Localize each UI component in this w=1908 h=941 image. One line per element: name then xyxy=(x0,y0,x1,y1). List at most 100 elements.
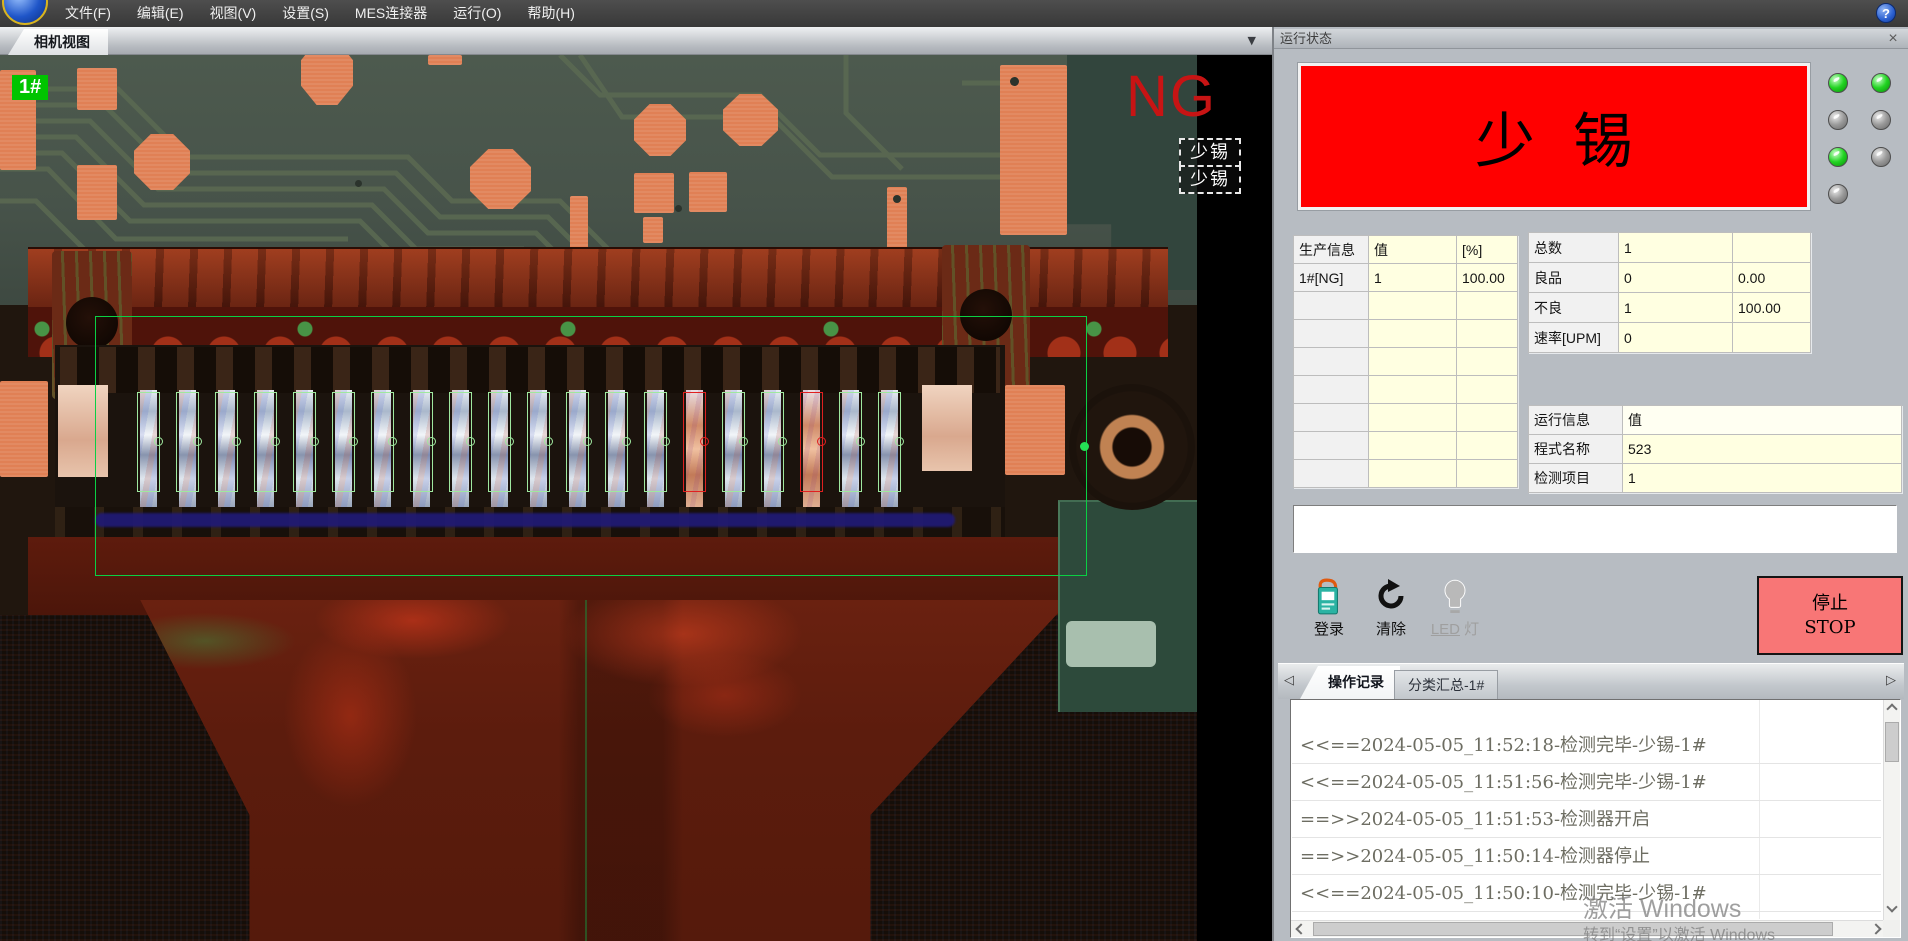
camera-id-badge: 1# xyxy=(12,75,48,100)
status-indicator-green xyxy=(1871,73,1891,93)
production-table: 生产信息值[%]1#[NG]1100.00 xyxy=(1293,235,1518,488)
tool-button-label: 清除 xyxy=(1376,621,1406,638)
camera-tabstrip: 相机视图 ▼ xyxy=(0,27,1272,55)
menu-bar: 文件(F)编辑(E)视图(V)设置(S)MES连接器运行(O)帮助(H) ? xyxy=(0,0,1908,27)
ok-box-outline xyxy=(410,392,433,492)
table-cell xyxy=(1369,292,1457,320)
log-tab-1[interactable]: 操作记录 xyxy=(1300,666,1400,699)
copper-pad xyxy=(689,172,727,212)
ok-box-outline xyxy=(527,392,550,492)
tab-scroll-left-icon[interactable]: ◁ xyxy=(1284,673,1294,688)
application-window: 文件(F)编辑(E)视图(V)设置(S)MES连接器运行(O)帮助(H) ? 相… xyxy=(0,0,1908,941)
alarm-text: 少锡 xyxy=(1437,93,1671,180)
table-cell: 总数 xyxy=(1529,233,1619,263)
defect-box-outline xyxy=(683,392,706,492)
ok-box-outline xyxy=(137,392,160,492)
menu-item[interactable]: 帮助(H) xyxy=(514,0,587,27)
id-badge-icon xyxy=(1298,578,1360,618)
camera-view: 1# NG 少锡少锡 xyxy=(0,55,1272,941)
clear-button[interactable]: 清除 xyxy=(1360,578,1422,646)
ok-box-outline xyxy=(293,392,316,492)
table-cell xyxy=(1457,320,1518,348)
led-light-button[interactable]: LED 灯 xyxy=(1424,578,1486,646)
table-cell xyxy=(1369,404,1457,432)
ok-box-outline xyxy=(722,392,745,492)
table-cell xyxy=(1457,376,1518,404)
table-cell: 程式名称 xyxy=(1529,435,1623,464)
table-cell: 良品 xyxy=(1529,263,1619,293)
close-icon[interactable]: × xyxy=(1884,29,1902,48)
table-row: 生产信息值[%] xyxy=(1294,236,1518,264)
vertical-scroll-thumb[interactable] xyxy=(1885,722,1899,762)
copper-pad xyxy=(1000,65,1067,235)
table-cell xyxy=(1294,320,1369,348)
table-cell: 0 xyxy=(1619,263,1733,293)
table-row xyxy=(1294,432,1518,460)
ok-box-outline xyxy=(878,392,901,492)
menu-item[interactable]: 编辑(E) xyxy=(124,0,197,27)
copper-pad xyxy=(570,196,588,250)
tab-camera-view[interactable]: 相机视图 xyxy=(8,29,108,55)
log-entry: <<==2024-05-05_11:52:18-检测完毕-少锡-1# xyxy=(1292,727,1881,764)
status-indicator-gray xyxy=(1871,110,1891,130)
ok-box-outline xyxy=(215,392,238,492)
table-cell: 0.00 xyxy=(1733,263,1811,293)
table-cell: 100.00 xyxy=(1457,264,1518,292)
menu-item[interactable]: 设置(S) xyxy=(269,0,342,27)
table-row: 运行信息值 xyxy=(1529,406,1902,435)
status-indicator-green xyxy=(1828,147,1848,167)
scroll-right-icon[interactable] xyxy=(1870,923,1881,934)
scroll-left-icon[interactable] xyxy=(1295,923,1306,934)
menu-item[interactable]: 文件(F) xyxy=(52,0,124,27)
ok-box-outline xyxy=(254,392,277,492)
menu-item[interactable]: 视图(V) xyxy=(197,0,270,27)
login-button[interactable]: 登录 xyxy=(1298,578,1360,646)
status-indicator-gray xyxy=(1828,110,1848,130)
status-panel-titlebar[interactable]: 运行状态 × xyxy=(1274,29,1908,49)
ok-box-outline xyxy=(839,392,862,492)
scroll-down-icon[interactable] xyxy=(1886,901,1897,912)
table-cell xyxy=(1457,404,1518,432)
log-entry: ==>>2024-05-05_11:51:53-检测器开启 xyxy=(1292,801,1881,838)
table-cell: 523 xyxy=(1623,435,1902,464)
copper-pad xyxy=(634,173,674,213)
menu-item[interactable]: MES连接器 xyxy=(342,0,440,27)
log-entry: ==>>2024-05-05_11:50:14-检测器停止 xyxy=(1292,838,1881,875)
stop-button-en: STOP xyxy=(1804,616,1855,639)
tab-scroll-right-icon[interactable]: ▷ xyxy=(1886,673,1896,688)
alarm-banner: 少锡 xyxy=(1298,63,1810,210)
status-indicator-green xyxy=(1828,73,1848,93)
log-tab-2[interactable]: 分类汇总-1# xyxy=(1394,670,1498,699)
table-row: 总数1 xyxy=(1529,233,1811,263)
vertical-scrollbar[interactable] xyxy=(1883,700,1900,920)
table-cell xyxy=(1294,460,1369,488)
table-row xyxy=(1294,376,1518,404)
table-row xyxy=(1294,292,1518,320)
tool-button-label: LED 灯 xyxy=(1431,621,1479,638)
defect-label: 少锡 xyxy=(1179,138,1241,167)
table-cell: 生产信息 xyxy=(1294,236,1369,264)
defect-label: 少锡 xyxy=(1179,165,1241,194)
via-hole xyxy=(1010,77,1019,86)
ok-box-outline xyxy=(644,392,667,492)
tabstrip-dropdown-icon[interactable]: ▼ xyxy=(1248,34,1256,47)
tool-button-label: 登录 xyxy=(1314,621,1344,638)
log-list: <<==2024-05-05_11:52:18-检测完毕-少锡-1#<<==20… xyxy=(1292,727,1881,912)
ok-box-outline xyxy=(566,392,589,492)
table-cell xyxy=(1294,292,1369,320)
table-cell xyxy=(1457,292,1518,320)
table-row: 良品00.00 xyxy=(1529,263,1811,293)
via-hole xyxy=(675,205,682,212)
refresh-icon xyxy=(1360,578,1422,618)
stop-button[interactable]: 停止 STOP xyxy=(1757,576,1903,655)
table-row: 程式名称523 xyxy=(1529,435,1902,464)
table-cell: 1 xyxy=(1619,233,1733,263)
table-row: 不良1100.00 xyxy=(1529,293,1811,323)
help-icon[interactable]: ? xyxy=(1876,3,1896,23)
table-cell: 1#[NG] xyxy=(1294,264,1369,292)
status-indicator-gray xyxy=(1828,184,1848,204)
menu-item[interactable]: 运行(O) xyxy=(440,0,514,27)
scroll-up-icon[interactable] xyxy=(1886,703,1897,714)
ok-box-outline xyxy=(371,392,394,492)
table-cell: 1 xyxy=(1619,293,1733,323)
